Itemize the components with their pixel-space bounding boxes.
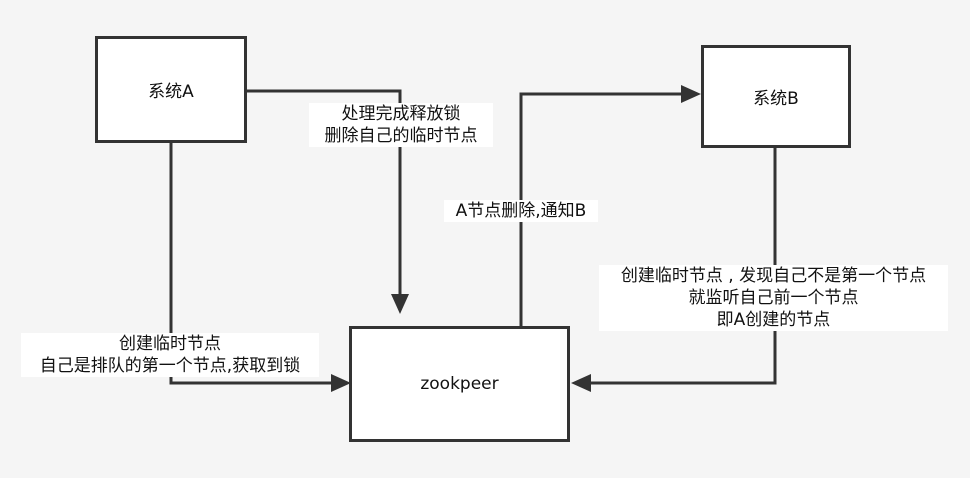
label-a-create: 创建临时节点 自己是排队的第一个节点,获取到锁 <box>21 333 319 377</box>
label-b-create-line-1: 创建临时节点 , 发现自己不是第一个节点 <box>620 266 927 286</box>
node-zookeeper: zookpeer <box>349 326 570 442</box>
arrowhead-a-create <box>331 374 351 392</box>
label-release-line-2: 删除自己的临时节点 <box>324 126 478 146</box>
arrowhead-notify-b <box>681 85 701 103</box>
label-release-line-1: 处理完成释放锁 <box>341 104 461 124</box>
label-a-create-line-2: 自己是排队的第一个节点,获取到锁 <box>39 356 301 376</box>
label-notify-b: A节点删除,通知B <box>444 200 598 222</box>
arrowhead-b-create <box>571 374 591 392</box>
label-a-create-line-1: 创建临时节点 <box>119 334 221 354</box>
node-system-a-label: 系统A <box>148 82 194 102</box>
node-system-b-label: 系统B <box>753 89 799 109</box>
node-zookeeper-label: zookpeer <box>420 374 499 394</box>
label-release-lock: 处理完成释放锁 删除自己的临时节点 <box>309 103 493 147</box>
label-b-create-line-2: 就监听自己前一个节点 <box>688 288 859 308</box>
arrowhead-a-release <box>391 294 409 314</box>
label-notify-line: A节点删除,通知B <box>455 201 587 221</box>
node-system-a: 系统A <box>95 36 247 143</box>
label-b-create-line-3: 即A创建的节点 <box>716 310 831 330</box>
label-b-create: 创建临时节点 , 发现自己不是第一个节点 就监听自己前一个节点 即A创建的节点 <box>599 265 948 331</box>
node-system-b: 系统B <box>701 45 851 148</box>
